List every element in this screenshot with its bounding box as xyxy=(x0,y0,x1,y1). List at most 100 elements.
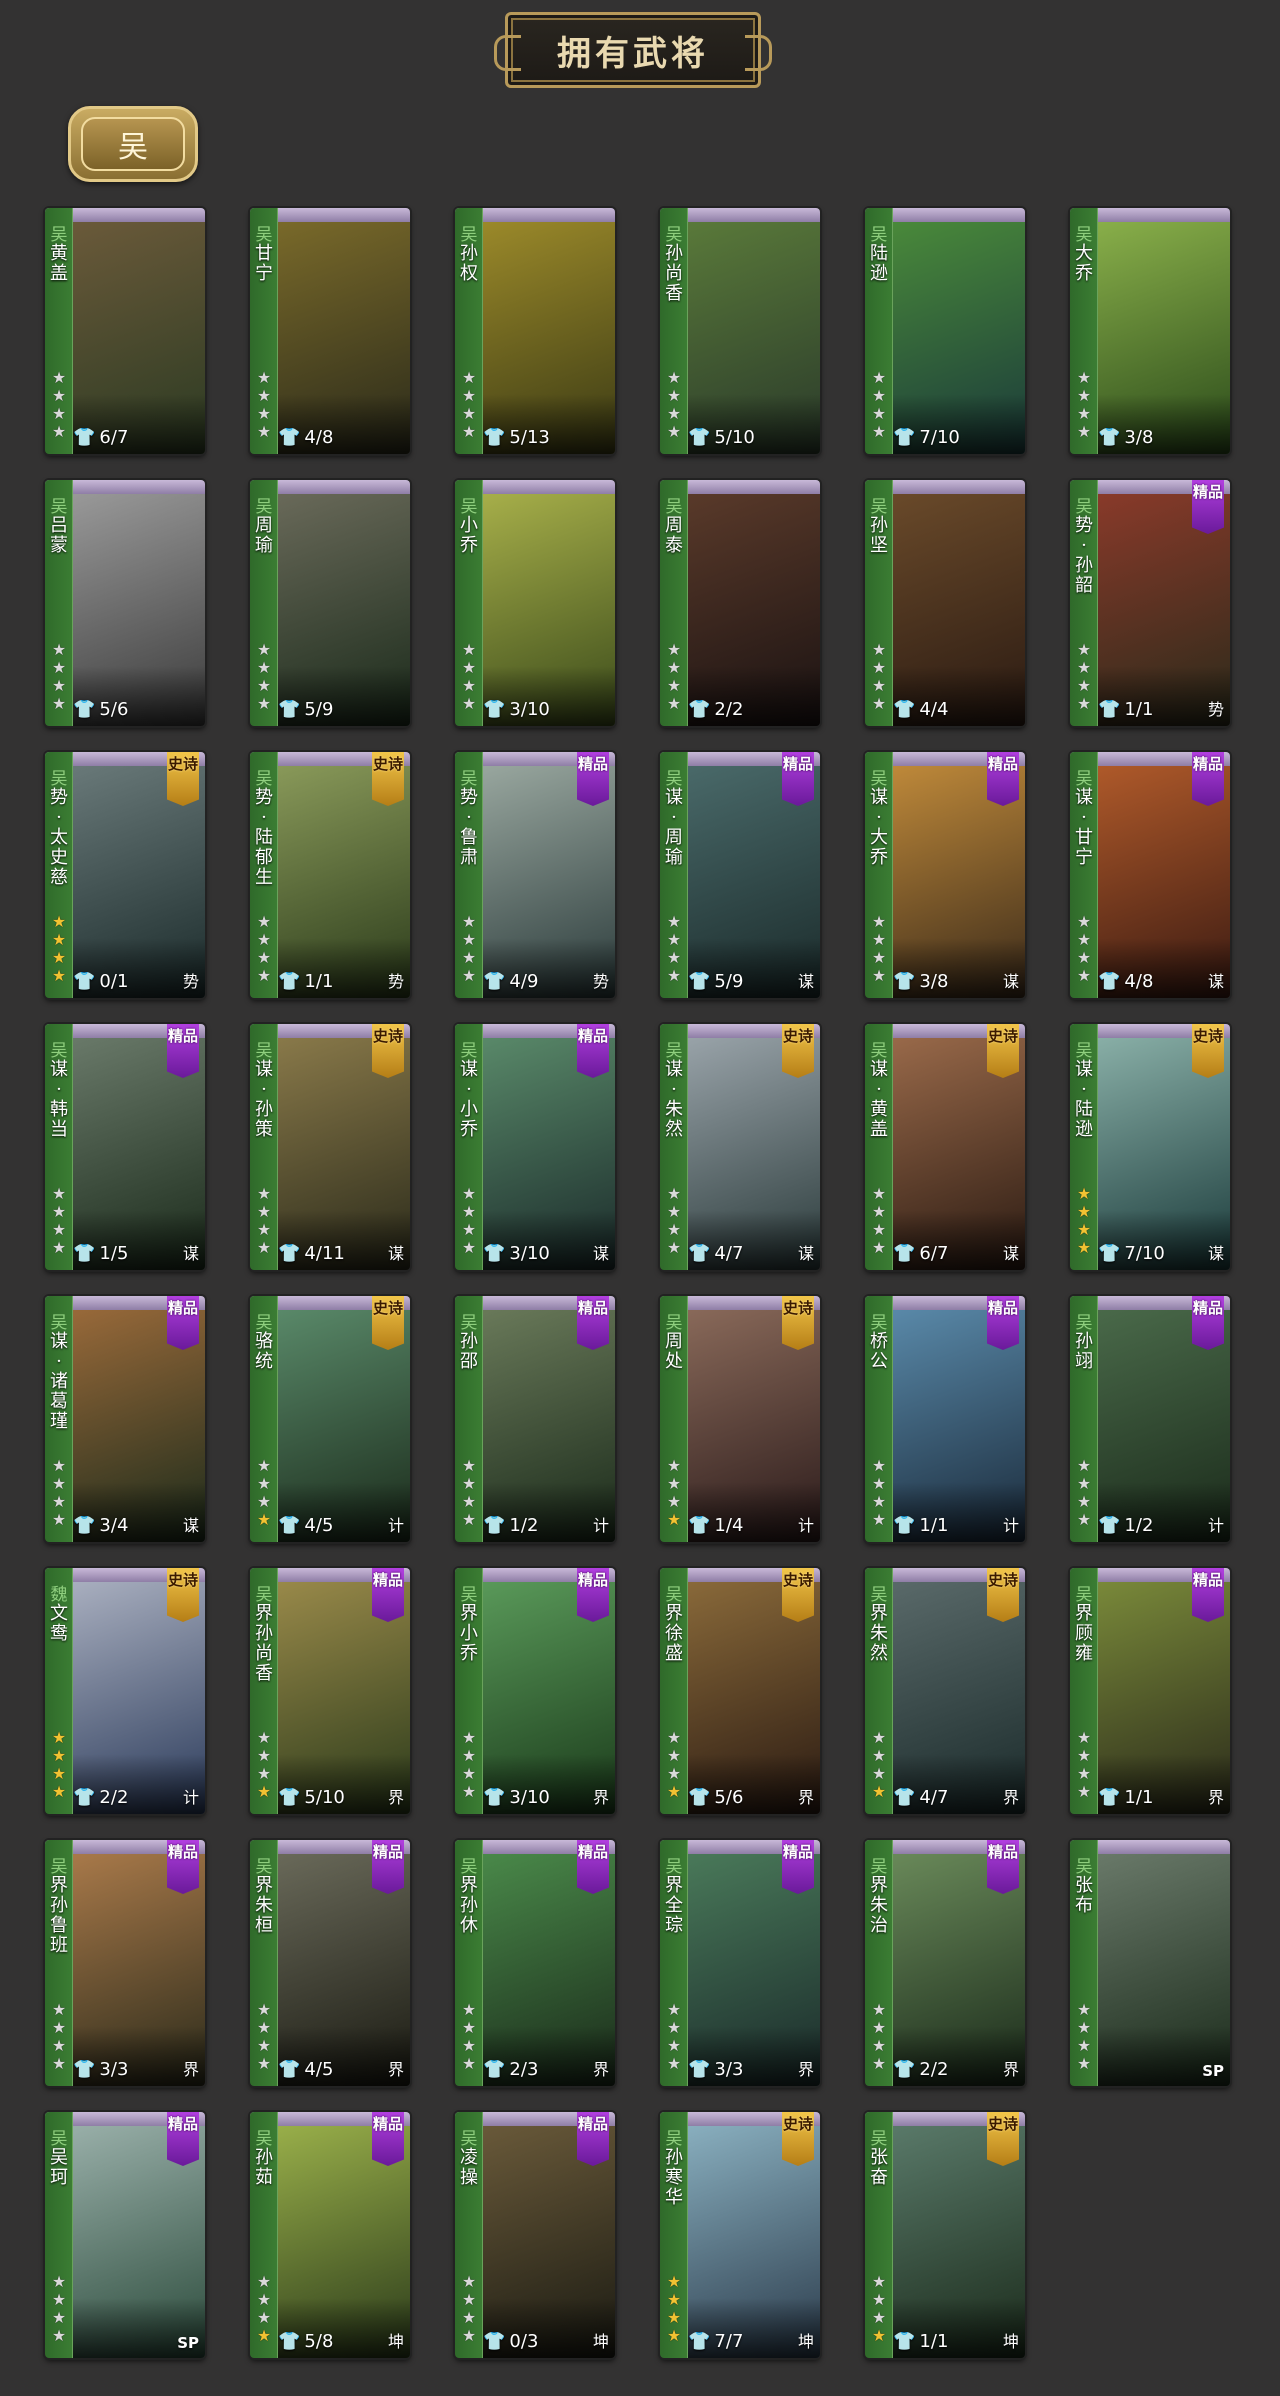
general-card[interactable]: 魏文鸯 ★ ★ ★ ★ 👕 2/2 史诗计 xyxy=(45,1568,205,1814)
general-card[interactable]: 吴界朱治 ★ ★ ★ ★ 👕 2/2 精品界 xyxy=(865,1840,1025,2086)
general-card[interactable]: 吴谋·小乔 ★ ★ ★ ★ 👕 3/10 精品谋 xyxy=(455,1024,615,1270)
skin-shirt-icon: 👕 xyxy=(893,1786,916,1808)
general-card[interactable]: 吴界朱桓 ★ ★ ★ ★ 👕 4/5 精品界 xyxy=(250,1840,410,2086)
skin-count: 👕 5/6 xyxy=(73,698,128,720)
skin-count: 👕 4/8 xyxy=(1098,970,1153,992)
star-icon: ★ xyxy=(461,966,477,985)
skin-count: 👕 4/5 xyxy=(278,1514,333,1536)
skin-shirt-icon: 👕 xyxy=(483,1514,506,1536)
star-icon: ★ xyxy=(666,2054,682,2073)
rarity-badge-fine: 精品 xyxy=(1192,1568,1224,1622)
general-card[interactable]: 吴孙尚香 ★ ★ ★ ★ 👕 5/10 xyxy=(660,208,820,454)
rarity-badge-epic: 史诗 xyxy=(987,2112,1019,2166)
skin-count: 👕 1/1 xyxy=(893,2330,948,2352)
general-card[interactable]: 吴张布 ★ ★ ★ ★ SP xyxy=(1070,1840,1230,2086)
general-card[interactable]: 吴孙翊 ★ ★ ★ ★ 👕 1/2 精品计 xyxy=(1070,1296,1230,1542)
general-card[interactable]: 吴黄盖 ★ ★ ★ ★ 👕 6/7 xyxy=(45,208,205,454)
general-card[interactable]: 吴谋·大乔 ★ ★ ★ ★ 👕 3/8 精品谋 xyxy=(865,752,1025,998)
faction-mark: 吴 xyxy=(1075,1857,1093,1877)
general-card[interactable]: 吴势·鲁肃 ★ ★ ★ ★ 👕 4/9 精品势 xyxy=(455,752,615,998)
faction-mark: 吴 xyxy=(255,2129,273,2149)
skin-shirt-icon: 👕 xyxy=(893,1242,916,1264)
general-card[interactable]: 吴谋·陆逊 ★ ★ ★ ★ 👕 7/10 史诗谋 xyxy=(1070,1024,1230,1270)
general-card[interactable]: 吴谋·诸葛瑾 ★ ★ ★ ★ 👕 3/4 精品谋 xyxy=(45,1296,205,1542)
card-side-strip: 吴黄盖 ★ ★ ★ ★ xyxy=(45,208,73,454)
star-rating: ★ ★ ★ ★ xyxy=(870,2001,888,2072)
general-card[interactable]: 吴界全琮 ★ ★ ★ ★ 👕 3/3 精品界 xyxy=(660,1840,820,2086)
general-card[interactable]: 吴谋·甘宁 ★ ★ ★ ★ 👕 4/8 精品谋 xyxy=(1070,752,1230,998)
skin-count: 👕 0/1 xyxy=(73,970,128,992)
rarity-badge-fine: 精品 xyxy=(167,1296,199,1350)
star-icon: ★ xyxy=(461,2054,477,2073)
star-rating: ★ ★ ★ ★ xyxy=(255,1457,273,1528)
general-card[interactable]: 吴谋·黄盖 ★ ★ ★ ★ 👕 6/7 史诗谋 xyxy=(865,1024,1025,1270)
star-icon: ★ xyxy=(256,2036,272,2055)
general-card[interactable]: 吴孙权 ★ ★ ★ ★ 👕 5/13 xyxy=(455,208,615,454)
faction-mark: 吴 xyxy=(255,1313,273,1333)
general-card[interactable]: 吴界顾雍 ★ ★ ★ ★ 👕 1/1 精品界 xyxy=(1070,1568,1230,1814)
general-card[interactable]: 吴周处 ★ ★ ★ ★ 👕 1/4 史诗计 xyxy=(660,1296,820,1542)
star-icon: ★ xyxy=(461,368,477,387)
general-card[interactable]: 吴势·太史慈 ★ ★ ★ ★ 👕 0/1 史诗势 xyxy=(45,752,205,998)
variant-tag: 谋 xyxy=(387,1244,404,1263)
star-rating: ★ ★ ★ ★ xyxy=(50,2273,68,2344)
kingdom-filter-tab[interactable]: 吴 xyxy=(68,106,198,182)
general-card[interactable]: 吴桥公 ★ ★ ★ ★ 👕 1/1 精品计 xyxy=(865,1296,1025,1542)
general-card[interactable]: 吴骆统 ★ ★ ★ ★ 👕 4/5 史诗计 xyxy=(250,1296,410,1542)
rarity-badge-epic: 史诗 xyxy=(1192,1024,1224,1078)
general-card[interactable]: 吴孙邵 ★ ★ ★ ★ 👕 1/2 精品计 xyxy=(455,1296,615,1542)
general-card[interactable]: 吴甘宁 ★ ★ ★ ★ 👕 4/8 xyxy=(250,208,410,454)
star-icon: ★ xyxy=(256,912,272,931)
star-icon: ★ xyxy=(1076,2000,1092,2019)
general-card[interactable]: 吴陆逊 ★ ★ ★ ★ 👕 7/10 xyxy=(865,208,1025,454)
skin-count-text: 5/6 xyxy=(99,698,129,720)
variant-tag: 坤 xyxy=(592,2332,609,2351)
variant-tag: 计 xyxy=(182,1788,199,1807)
skin-shirt-icon: 👕 xyxy=(73,2058,96,2080)
faction-mark: 吴 xyxy=(1075,225,1093,245)
skin-count-text: 7/7 xyxy=(714,2330,744,2352)
general-card[interactable]: 吴界孙鲁班 ★ ★ ★ ★ 👕 3/3 精品界 xyxy=(45,1840,205,2086)
general-card[interactable]: 吴谋·周瑜 ★ ★ ★ ★ 👕 5/9 精品谋 xyxy=(660,752,820,998)
general-card[interactable]: 吴凌操 ★ ★ ★ ★ 👕 0/3 精品坤 xyxy=(455,2112,615,2358)
star-icon: ★ xyxy=(256,368,272,387)
general-card[interactable]: 吴界孙尚香 ★ ★ ★ ★ 👕 5/10 精品界 xyxy=(250,1568,410,1814)
skin-shirt-icon: 👕 xyxy=(893,698,916,720)
general-card[interactable]: 吴势·孙韶 ★ ★ ★ ★ 👕 1/1 精品势 xyxy=(1070,480,1230,726)
faction-mark: 吴 xyxy=(870,1857,888,1877)
skin-count: 👕 4/5 xyxy=(278,2058,333,2080)
general-card[interactable]: 吴谋·韩当 ★ ★ ★ ★ 👕 1/5 精品谋 xyxy=(45,1024,205,1270)
general-card[interactable]: 吴大乔 ★ ★ ★ ★ 👕 3/8 xyxy=(1070,208,1230,454)
general-card[interactable]: 吴界朱然 ★ ★ ★ ★ 👕 4/7 史诗界 xyxy=(865,1568,1025,1814)
rarity-badge-fine: 精品 xyxy=(167,2112,199,2166)
star-icon: ★ xyxy=(1076,640,1092,659)
general-card[interactable]: 吴势·陆郁生 ★ ★ ★ ★ 👕 1/1 史诗势 xyxy=(250,752,410,998)
faction-mark: 吴 xyxy=(665,1857,683,1877)
skin-count-text: 2/3 xyxy=(509,2058,539,2080)
general-card[interactable]: 吴谋·孙策 ★ ★ ★ ★ 👕 4/11 史诗谋 xyxy=(250,1024,410,1270)
general-card[interactable]: 吴张奋 ★ ★ ★ ★ 👕 1/1 史诗坤 xyxy=(865,2112,1025,2358)
star-rating: ★ ★ ★ ★ xyxy=(460,641,478,712)
general-card[interactable]: 吴孙茹 ★ ★ ★ ★ 👕 5/8 精品坤 xyxy=(250,2112,410,2358)
star-icon: ★ xyxy=(666,1492,682,1511)
general-card[interactable]: 吴吕蒙 ★ ★ ★ ★ 👕 5/6 xyxy=(45,480,205,726)
star-icon: ★ xyxy=(871,1220,887,1239)
star-rating: ★ ★ ★ ★ xyxy=(870,1729,888,1800)
general-card[interactable]: 吴界徐盛 ★ ★ ★ ★ 👕 5/6 史诗界 xyxy=(660,1568,820,1814)
general-card[interactable]: 吴谋·朱然 ★ ★ ★ ★ 👕 4/7 史诗谋 xyxy=(660,1024,820,1270)
card-side-strip: 吴大乔 ★ ★ ★ ★ xyxy=(1070,208,1098,454)
star-rating: ★ ★ ★ ★ xyxy=(665,641,683,712)
general-card[interactable]: 吴周瑜 ★ ★ ★ ★ 👕 5/9 xyxy=(250,480,410,726)
general-card[interactable]: 吴界孙休 ★ ★ ★ ★ 👕 2/3 精品界 xyxy=(455,1840,615,2086)
card-side-strip: 吴谋·小乔 ★ ★ ★ ★ xyxy=(455,1024,483,1270)
general-card[interactable]: 吴孙寒华 ★ ★ ★ ★ 👕 7/7 史诗坤 xyxy=(660,2112,820,2358)
general-card[interactable]: 吴吴珂 ★ ★ ★ ★ 精品 SP xyxy=(45,2112,205,2358)
rarity-badge-fine: 精品 xyxy=(372,2112,404,2166)
star-icon: ★ xyxy=(871,1782,887,1801)
general-card[interactable]: 吴周泰 ★ ★ ★ ★ 👕 2/2 xyxy=(660,480,820,726)
general-card[interactable]: 吴孙坚 ★ ★ ★ ★ 👕 4/4 xyxy=(865,480,1025,726)
general-card[interactable]: 吴界小乔 ★ ★ ★ ★ 👕 3/10 精品界 xyxy=(455,1568,615,1814)
variant-tag: 势 xyxy=(592,972,609,991)
skin-count-text: 3/10 xyxy=(509,1242,550,1264)
general-card[interactable]: 吴小乔 ★ ★ ★ ★ 👕 3/10 xyxy=(455,480,615,726)
